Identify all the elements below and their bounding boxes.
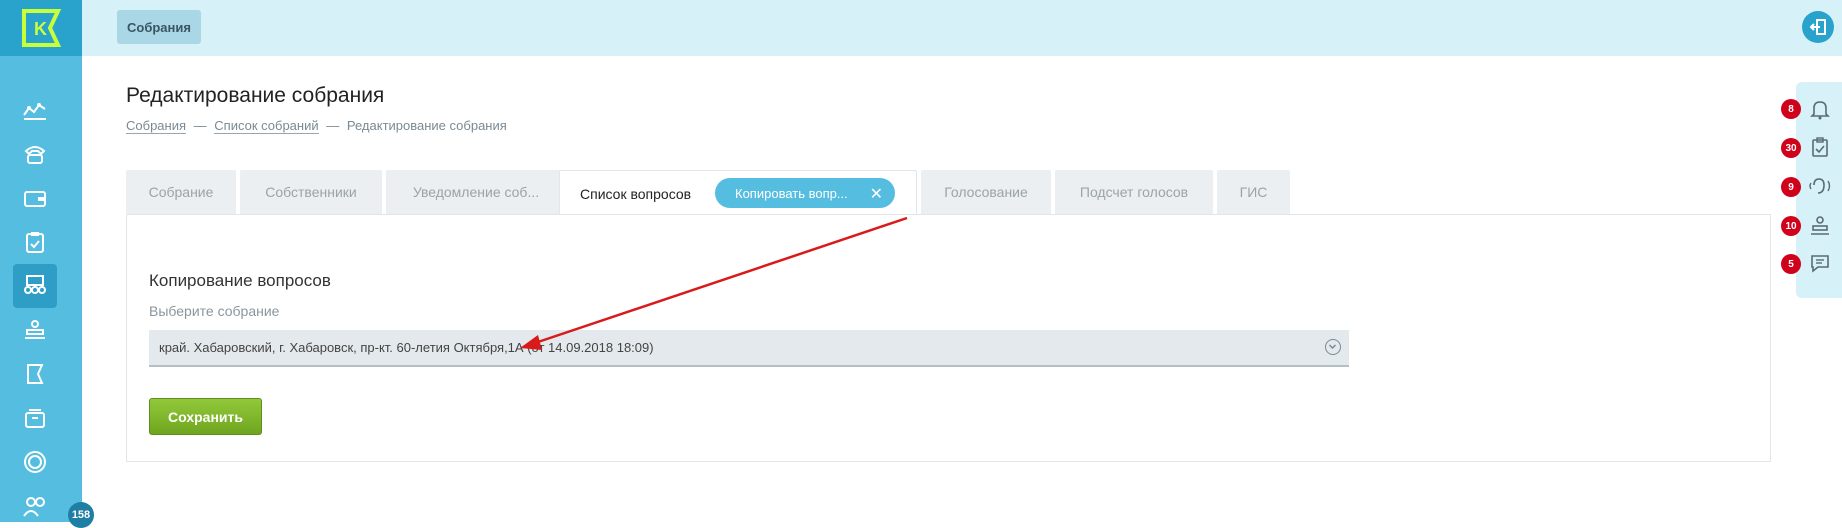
annotation-arrow-icon bbox=[520, 216, 908, 350]
